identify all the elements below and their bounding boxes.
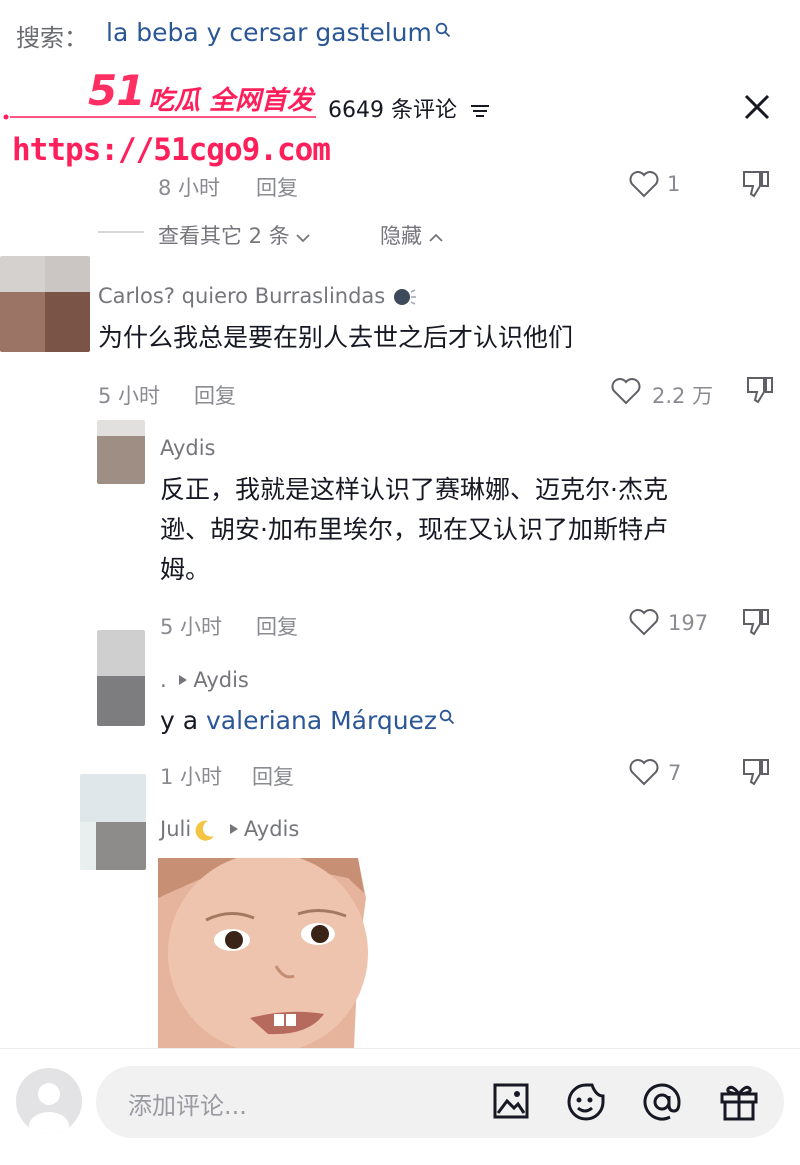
mention-link[interactable]: valeriana Márquez	[206, 706, 437, 735]
comment-username[interactable]: Carlos? quiero Burraslindas	[98, 284, 418, 308]
avatar[interactable]	[80, 774, 146, 870]
comment-text: 为什么我总是要在别人去世之后才认识他们	[98, 323, 574, 352]
view-more-replies-button[interactable]: 查看其它 2 条	[158, 220, 311, 250]
thread-divider	[98, 231, 144, 233]
avatar[interactable]	[16, 1068, 82, 1134]
reply-text: 反正，我就是这样认识了赛琳娜、迈克尔·杰克 逊、胡安·加布里埃尔，现在又认识了加…	[160, 475, 668, 584]
avatar[interactable]	[0, 256, 90, 352]
sort-icon[interactable]	[470, 103, 490, 119]
image-icon[interactable]	[492, 1082, 530, 1120]
comment-time: 5 小时	[98, 384, 161, 408]
heart-icon[interactable]	[610, 377, 642, 405]
avatar[interactable]	[97, 630, 145, 726]
watermark-title: 吃瓜 全网首发	[148, 86, 314, 116]
watermark-url: https://51cgo9.com	[12, 132, 331, 168]
search-icon	[439, 709, 455, 725]
reply-time: 8 小时	[158, 176, 221, 200]
emoji-sticker-icon[interactable]	[566, 1082, 606, 1122]
comment-input-placeholder: 添加评论...	[128, 1092, 247, 1120]
heart-icon[interactable]	[628, 608, 660, 636]
like-count: 197	[668, 611, 709, 635]
reply-button[interactable]: 回复	[256, 172, 298, 202]
crescent-moon-icon	[195, 820, 215, 841]
hide-replies-button[interactable]: 隐藏	[380, 220, 443, 250]
reply-username[interactable]: Juli Aydis	[160, 817, 299, 842]
heart-icon[interactable]	[628, 170, 660, 198]
search-icon	[435, 22, 450, 38]
watermark-logo: 51	[88, 66, 145, 115]
like-count: 1	[667, 172, 681, 196]
like-count: 7	[668, 761, 682, 785]
watermark-underline	[3, 114, 316, 120]
reply-username[interactable]: Aydis	[160, 436, 215, 460]
sticker-image[interactable]	[158, 858, 368, 1048]
reply-username[interactable]: . Aydis	[160, 668, 249, 692]
gift-icon[interactable]	[718, 1080, 760, 1122]
dislike-icon[interactable]	[740, 168, 772, 200]
avatar[interactable]	[97, 420, 145, 484]
mention-icon[interactable]	[642, 1082, 682, 1122]
default-avatar-icon	[29, 1083, 69, 1134]
reply-arrow-icon	[179, 675, 188, 685]
close-icon[interactable]	[740, 90, 774, 124]
chevron-down-icon	[296, 234, 311, 243]
dislike-icon[interactable]	[740, 756, 772, 788]
search-label: 搜索：	[16, 24, 88, 52]
chevron-up-icon	[429, 233, 443, 242]
speaking-head-icon	[393, 289, 416, 305]
dislike-icon[interactable]	[744, 374, 776, 406]
reply-arrow-icon	[229, 824, 238, 834]
heart-icon[interactable]	[628, 758, 660, 786]
reply-time: 1 小时	[160, 765, 223, 789]
reply-text: y a valeriana Márquez	[160, 701, 455, 741]
bottom-divider	[0, 1048, 800, 1049]
search-query-link[interactable]: la beba y cersar gastelum	[106, 18, 451, 47]
comment-count: 6649 条评论	[328, 92, 490, 124]
reply-button[interactable]: 回复	[256, 611, 298, 641]
like-count: 2.2 万	[652, 384, 714, 408]
reply-button[interactable]: 回复	[194, 380, 236, 410]
reply-button[interactable]: 回复	[252, 761, 294, 791]
dislike-icon[interactable]	[740, 606, 772, 638]
reply-time: 5 小时	[160, 615, 223, 639]
